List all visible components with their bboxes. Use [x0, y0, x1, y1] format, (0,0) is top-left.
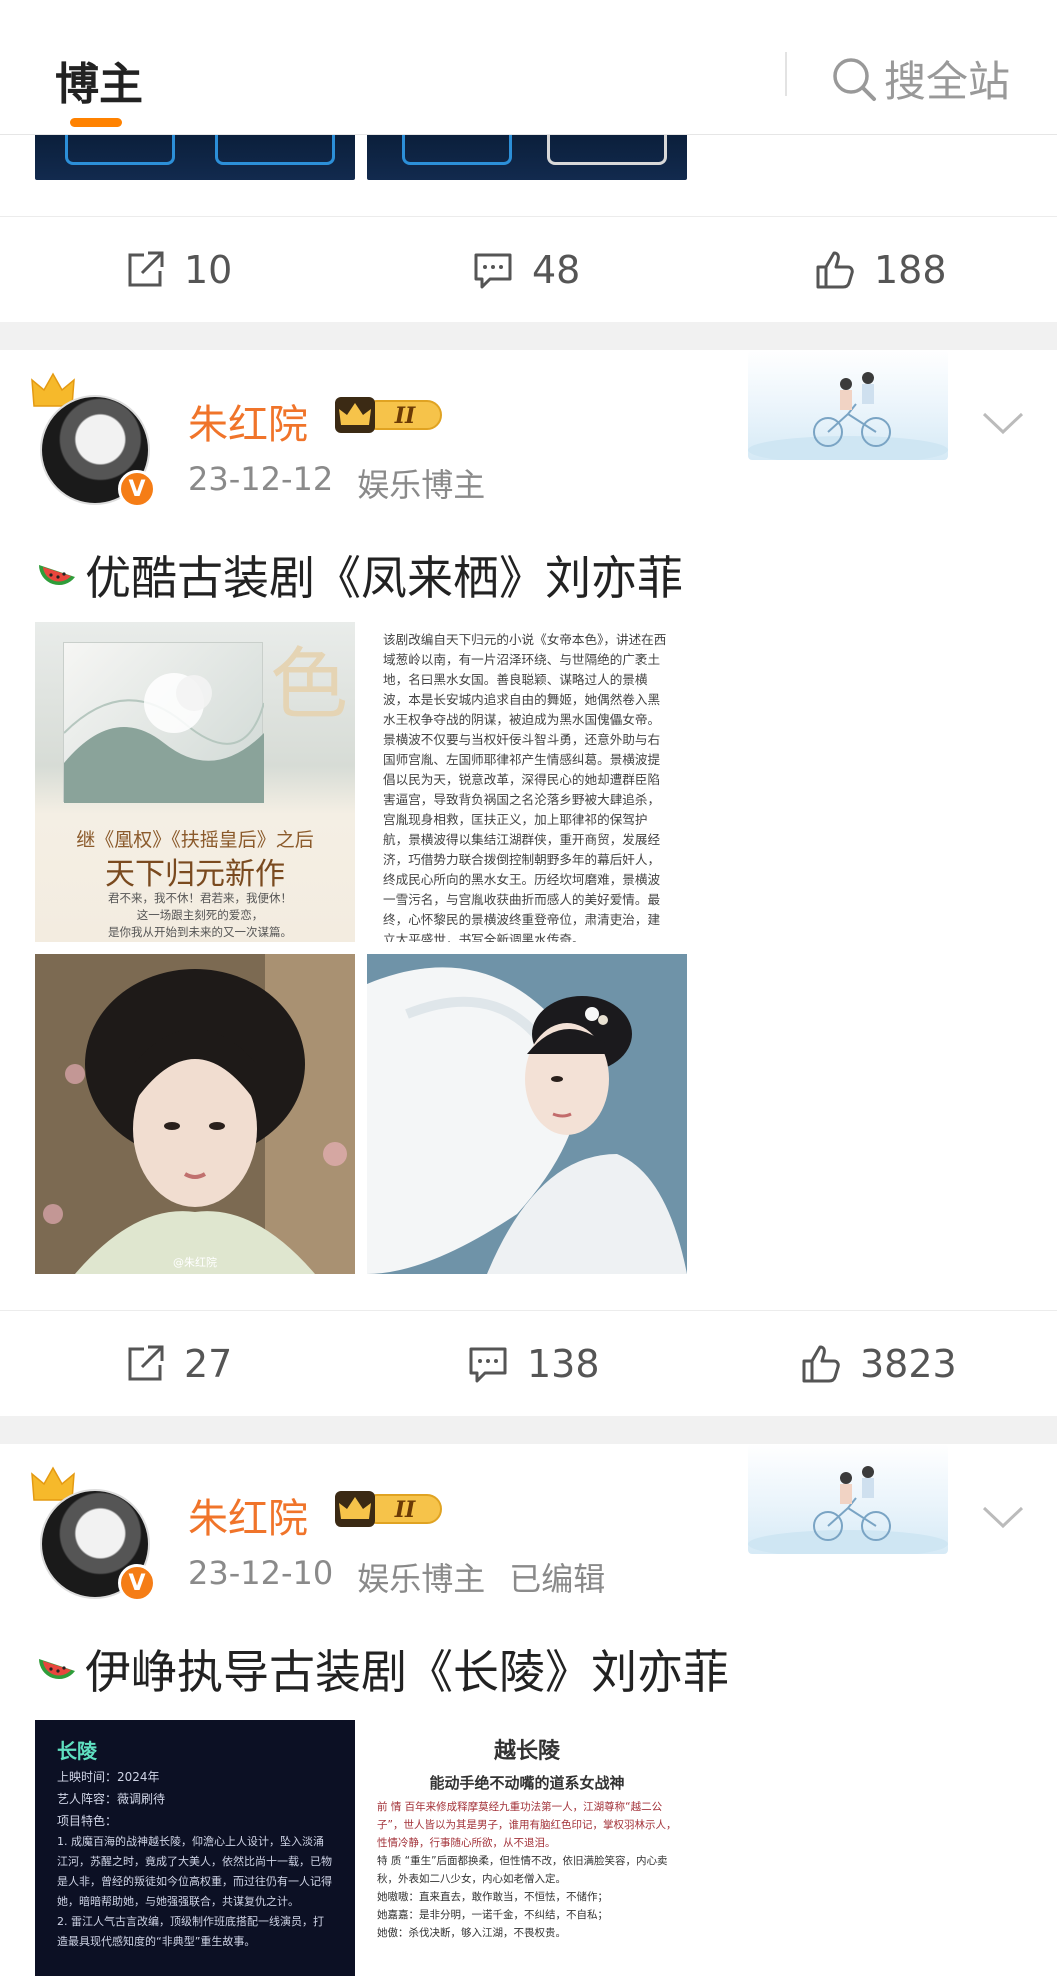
- chevron-down-icon[interactable]: [980, 408, 1026, 438]
- like-button[interactable]: 188: [812, 217, 947, 323]
- post-title: 伊峥执导古装剧《长陵》刘亦菲: [35, 1636, 729, 1702]
- post-category: 娱乐博主: [357, 1560, 486, 1598]
- comment-button[interactable]: 138: [465, 1311, 600, 1417]
- thumbs-up-icon: [816, 251, 854, 289]
- post-action-bar: 27 138 3823: [0, 1310, 1057, 1416]
- project-card-heading: 长陵: [57, 1739, 97, 1763]
- post-title: 优酷古装剧《凤来栖》刘亦菲: [35, 542, 683, 608]
- cyclists-illustration: [748, 372, 948, 460]
- book-cover-art: [63, 642, 265, 803]
- repost-count: 27: [184, 1342, 233, 1386]
- portrait-illustration-1: @朱红院: [35, 954, 355, 1274]
- cyclists-illustration: [748, 1466, 948, 1554]
- thumbs-up-icon: [802, 1345, 840, 1383]
- like-button[interactable]: 3823: [798, 1311, 957, 1417]
- post-image-portrait-1[interactable]: @朱红院: [35, 954, 355, 1274]
- project-card-line: 上映时间：2024年: [57, 1770, 160, 1784]
- active-tab-indicator: [70, 118, 122, 127]
- project-card-line: 2. 雷江人气古言改编，顶级制作班底搭配一线演员，打造最具现代感知度的“非典型”…: [57, 1915, 324, 1948]
- avatar-group[interactable]: V: [30, 1464, 160, 1602]
- comment-count: 138: [527, 1342, 600, 1386]
- post-category: 娱乐博主: [357, 466, 486, 504]
- member-level-label: II: [394, 1497, 416, 1523]
- comment-icon: [474, 253, 512, 289]
- like-count: 3823: [860, 1342, 957, 1386]
- watermelon-icon: [39, 565, 75, 585]
- post-image-book[interactable]: 色 继《凰权》《扶摇皇后》之后 天下归元新作 君不来，我不休！君若来，我便休！ …: [35, 622, 355, 942]
- character-card-line: 她嘉嘉：是非分明，一诺千金，不纠结，不自私；: [377, 1909, 608, 1921]
- comment-count: 48: [532, 248, 581, 292]
- member-level-badge: II: [335, 1491, 442, 1527]
- repost-button[interactable]: 10: [122, 217, 232, 323]
- search-all-label: 搜全站: [884, 57, 1011, 106]
- comment-icon: [469, 1347, 507, 1383]
- post-meta: 23-12-12 娱乐博主: [188, 460, 485, 506]
- project-card-line: 项目特色：: [57, 1814, 118, 1828]
- post-title-text: 伊峥执导古装剧《长陵》刘亦菲: [85, 1645, 729, 1699]
- post-date: 23-12-12: [188, 460, 334, 498]
- feed-separator: [0, 322, 1057, 350]
- post-image-character-card[interactable]: 越长陵 能动手绝不动嘴的道系女战神 前 情 百年来修成释摩莫经九重功法第一人，江…: [367, 1720, 687, 1976]
- post-meta: 23-12-10 娱乐博主 已编辑: [188, 1554, 605, 1600]
- prev-post-image-2[interactable]: [367, 135, 687, 180]
- prev-post-images: [35, 135, 687, 180]
- character-card-line: 她嗷嗷：直来直去，敢作敢当，不恒怯，不储作；: [377, 1891, 608, 1903]
- book-decorative-character: 色: [270, 640, 349, 730]
- username[interactable]: 朱红院: [188, 392, 308, 450]
- feed-separator: [0, 1416, 1057, 1444]
- character-card-heading: 越长陵: [493, 1738, 560, 1764]
- character-card-line: 前 情 百年来修成释摩莫经九重功法第一人，江湖尊称“越二公子”，世人皆以为其是男…: [377, 1801, 677, 1849]
- tab-bloggers[interactable]: 博主: [55, 48, 143, 112]
- character-card-line: 特 质 “重生”后面都换柔，但性情不改，依旧满脸笑容，内心卖秋，外表如二八少女，…: [377, 1855, 668, 1885]
- post-image-portrait-2[interactable]: [367, 954, 687, 1274]
- avatar-group[interactable]: V: [30, 370, 160, 508]
- post-image-project-card[interactable]: 长陵 上映时间：2024年 艺人阵容：薇调刷待 项目特色： 1. 成魔百海的战神…: [35, 1720, 355, 1976]
- watermelon-icon: [39, 1659, 75, 1679]
- username[interactable]: 朱红院: [188, 1486, 308, 1544]
- decorative-banner: [748, 1444, 948, 1554]
- post-edited-label: 已编辑: [509, 1560, 606, 1598]
- decorative-banner: [748, 350, 948, 460]
- comment-button[interactable]: 48: [470, 217, 580, 323]
- post-title-text: 优酷古装剧《凤来栖》刘亦菲: [85, 551, 683, 605]
- share-icon: [128, 251, 164, 287]
- character-card-subheading: 能动手绝不动嘴的道系女战神: [429, 1774, 625, 1792]
- chevron-down-icon[interactable]: [980, 1502, 1026, 1532]
- synopsis-text: 该剧改编自天下归元的小说《女帝本色》，讲述在西域葱岭以南，有一片沼泽环绕、与世隔…: [383, 632, 667, 942]
- book-tagline: 继《凰权》《扶摇皇后》之后: [76, 829, 314, 851]
- member-level-badge: II: [335, 397, 442, 433]
- verified-badge: V: [118, 1564, 156, 1602]
- repost-button[interactable]: 27: [122, 1311, 232, 1417]
- post-card: V 朱红院 II 23-12-10 娱乐博主 已编辑 伊峥执导古装剧《长陵》刘亦…: [0, 1444, 1057, 1976]
- portrait-illustration-2: [367, 954, 687, 1274]
- post-card: V 朱红院 II 23-12-12 娱乐博主 优酷古装剧《凤来栖》刘亦菲 色 继…: [0, 350, 1057, 1416]
- verified-badge: V: [118, 470, 156, 508]
- project-card-line: 艺人阵容：薇调刷待: [57, 1792, 166, 1806]
- header-divider: [785, 52, 787, 96]
- repost-count: 10: [184, 248, 233, 292]
- image-watermark: @朱红院: [173, 1255, 217, 1269]
- prev-post-image-1[interactable]: [35, 135, 355, 180]
- character-card-line: 她傲：杀伐决断，够入江湖，不畏权贵。: [377, 1927, 566, 1939]
- prev-post-action-bar: 10 48 188: [0, 216, 1057, 322]
- book-poem: 君不来，我不休！君若来，我便休！ 这一场跟主刻死的爱恋， 是你我从开始到未来的又…: [108, 891, 292, 939]
- member-level-label: II: [394, 403, 416, 429]
- search-all-button[interactable]: 搜全站: [830, 48, 1010, 109]
- share-icon: [128, 1345, 164, 1381]
- post-image-synopsis[interactable]: 该剧改编自天下归元的小说《女帝本色》，讲述在西域葱岭以南，有一片沼泽环绕、与世隔…: [367, 622, 687, 942]
- top-header: 博主 搜全站: [0, 0, 1057, 135]
- post-date: 23-12-10: [188, 1554, 334, 1592]
- project-card-line: 1. 成魔百海的战神越长陵，仰澹心上人设计，坠入淡涌江河，苏醒之时，竟成了大美人…: [57, 1835, 332, 1908]
- search-icon: [833, 57, 876, 101]
- book-caption: 继《凰权》《扶摇皇后》之后 天下归元新作: [57, 827, 333, 897]
- like-count: 188: [874, 248, 947, 292]
